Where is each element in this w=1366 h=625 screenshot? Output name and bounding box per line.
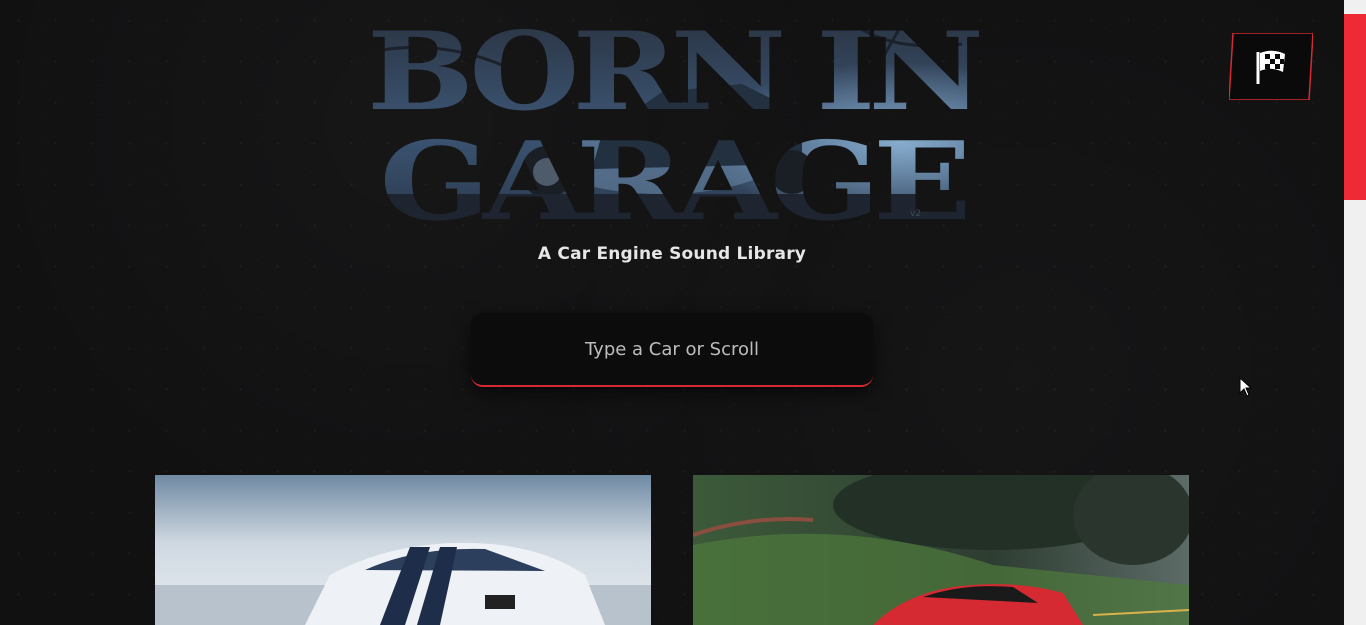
car-search-input[interactable] xyxy=(471,313,873,387)
site-tagline: A Car Engine Sound Library xyxy=(537,244,807,264)
page: BORN IN GARAGE v2 A Car Engine Sound Lib… xyxy=(0,0,1366,625)
mouse-cursor-icon xyxy=(1239,377,1253,397)
checkered-flag-icon xyxy=(1229,33,1313,100)
logo-version-badge: v2 xyxy=(910,209,921,219)
scrollbar-thumb[interactable] xyxy=(1344,14,1366,200)
site-logo[interactable]: BORN IN GARAGE v2 xyxy=(362,14,982,224)
site-logo-graphic: BORN IN GARAGE v2 xyxy=(367,14,980,224)
car-card-image xyxy=(155,475,651,625)
car-card[interactable] xyxy=(693,475,1189,625)
menu-button[interactable] xyxy=(1229,33,1313,100)
car-card-image xyxy=(693,475,1189,625)
page-scrollbar[interactable] xyxy=(1344,0,1366,625)
car-card[interactable] xyxy=(155,475,651,625)
